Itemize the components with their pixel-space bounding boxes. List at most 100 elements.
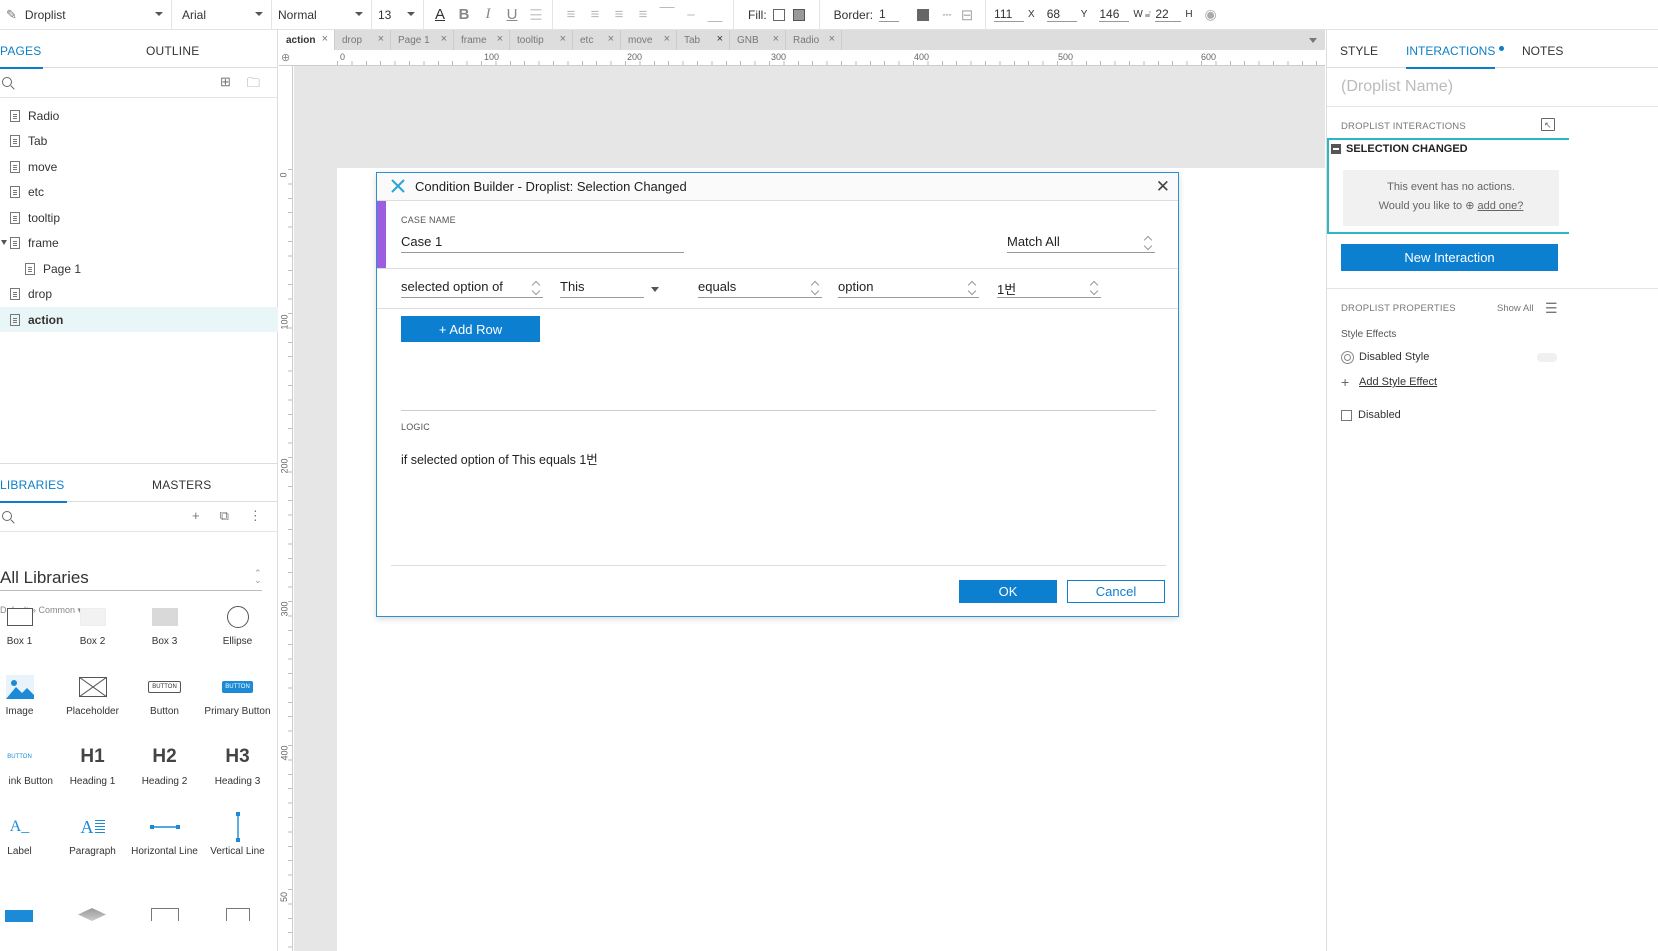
y-input[interactable]: 68 [1046, 7, 1077, 22]
eye-icon[interactable]: ◉ [1205, 6, 1217, 23]
disabled-style-label[interactable]: Disabled Style [1359, 351, 1429, 363]
align-center-icon[interactable]: ≡ [583, 3, 607, 27]
cancel-button[interactable]: Cancel [1067, 580, 1165, 603]
add-library-icon[interactable]: + [192, 508, 200, 524]
font-size-select[interactable]: 13 [372, 0, 424, 30]
bold-icon[interactable]: B [452, 3, 476, 27]
condition-operator-select[interactable]: equals [698, 276, 822, 298]
widget-type-select[interactable]: ✎ Droplist [0, 0, 172, 30]
ok-button[interactable]: OK [959, 580, 1057, 603]
canvas-tab-radio[interactable]: Radio × [786, 30, 842, 50]
page-item-tooltip[interactable]: tooltip [0, 205, 278, 230]
table-icon[interactable] [151, 908, 179, 921]
canvas-tab-page-1[interactable]: Page 1 × [391, 30, 454, 50]
valign-top-icon[interactable]: ⎺ [655, 3, 679, 27]
height-input[interactable]: 22 [1155, 7, 1182, 22]
tab-notes[interactable]: NOTES [1522, 44, 1563, 58]
updown-icon[interactable]: ⌃ ⌄ [254, 569, 262, 585]
disabled-checkbox[interactable] [1341, 410, 1352, 421]
canvas-tab-gnb[interactable]: GNB × [730, 30, 786, 50]
font-family-select[interactable]: Arial [172, 0, 272, 30]
show-all-link[interactable]: Show All [1497, 303, 1533, 314]
canvas-tab-frame[interactable]: frame × [454, 30, 510, 50]
lock-icon[interactable]: 🔓︎ [1145, 9, 1151, 20]
condition-target-select[interactable]: This [560, 276, 644, 298]
add-one-link[interactable]: add one? [1478, 200, 1524, 212]
canvas-tab-tab[interactable]: Tab × [677, 30, 730, 50]
page-item-frame[interactable]: frame [0, 230, 278, 255]
search-icon[interactable] [2, 77, 12, 87]
disabled-style-toggle[interactable] [1537, 353, 1557, 362]
underline-icon[interactable]: U [500, 3, 524, 27]
close-icon[interactable]: × [322, 33, 328, 45]
widget-paragraph[interactable]: A Paragraph [56, 808, 129, 878]
widget-label[interactable]: A_ Label [0, 808, 56, 878]
italic-icon[interactable]: I [476, 3, 500, 27]
canvas-tab-drop[interactable]: drop × [335, 30, 391, 50]
x-input[interactable]: 111 [994, 7, 1025, 22]
border-visibility-icon[interactable]: ⊟ [957, 3, 977, 27]
crosshair-icon[interactable]: ⊕ [281, 51, 290, 64]
close-icon[interactable]: × [497, 33, 503, 45]
close-icon[interactable]: × [773, 33, 779, 45]
fill-gradient-swatch[interactable] [792, 8, 805, 21]
valign-middle-icon[interactable]: ⎯ [679, 3, 703, 27]
tab-interactions[interactable]: INTERACTIONS [1406, 44, 1496, 69]
expand-window-icon[interactable]: ↖ [1541, 118, 1555, 131]
new-interaction-button[interactable]: New Interaction [1341, 244, 1558, 271]
font-style-select[interactable]: Normal [272, 0, 372, 30]
border-width-input[interactable]: 1 [879, 7, 900, 22]
width-input[interactable]: 146 [1099, 7, 1130, 22]
canvas-tab-etc[interactable]: etc × [573, 30, 621, 50]
add-folder-icon[interactable]: 🗀︎ [247, 74, 260, 96]
condition-left-select[interactable]: selected option of [401, 276, 543, 298]
widget-primary-button[interactable]: BUTTON Primary Button [201, 668, 274, 738]
valign-bottom-icon[interactable]: ⎽ [703, 3, 727, 27]
add-style-effect-link[interactable]: Add Style Effect [1359, 376, 1437, 388]
widget-button[interactable]: BUTTON Button [128, 668, 201, 738]
page-item-move[interactable]: move [0, 154, 278, 179]
close-icon[interactable]: × [664, 33, 670, 45]
widget-heading-2[interactable]: H2 Heading 2 [128, 738, 201, 808]
repeater-icon[interactable] [226, 908, 250, 921]
align-right-icon[interactable]: ≡ [607, 3, 631, 27]
chevron-down-icon[interactable] [651, 287, 659, 292]
widget-box-2[interactable]: Box 2 [56, 598, 129, 668]
tab-masters[interactable]: MASTERS [152, 478, 211, 492]
tab-overflow-icon[interactable] [1309, 38, 1317, 43]
match-select[interactable]: Match All [1007, 231, 1155, 253]
close-icon[interactable]: × [717, 33, 723, 45]
tab-libraries[interactable]: LIBRARIES [0, 478, 66, 503]
search-icon[interactable] [2, 511, 12, 521]
close-icon[interactable]: × [608, 33, 614, 45]
library-copy-icon[interactable]: ⧉ [220, 508, 229, 524]
fill-color-swatch[interactable] [772, 8, 785, 21]
menu-icon[interactable]: ☰ [1545, 300, 1558, 317]
widget-image[interactable]: Image [0, 668, 56, 738]
canvas-tab-tooltip[interactable]: tooltip × [510, 30, 573, 50]
dynamic-panel-icon[interactable] [78, 908, 106, 921]
border-style-icon[interactable]: ┄ [937, 3, 957, 27]
tab-outline[interactable]: OUTLINE [146, 44, 199, 58]
widget-box-3[interactable]: Box 3 [128, 598, 201, 668]
add-row-button[interactable]: + Add Row [401, 316, 540, 342]
widget-link-button[interactable]: BUTTON ink Button [0, 738, 56, 808]
canvas-tab-action[interactable]: action × [279, 30, 335, 50]
collapse-icon[interactable] [1331, 144, 1341, 154]
expand-caret-icon[interactable] [1, 240, 7, 245]
close-icon[interactable]: × [560, 33, 566, 45]
widget-ellipse[interactable]: Ellipse [201, 598, 274, 668]
page-item-radio[interactable]: Radio [0, 103, 278, 128]
widget-horizontal-line[interactable]: Horizontal Line [128, 808, 201, 878]
align-left-icon[interactable]: ≡ [559, 3, 583, 27]
add-page-icon[interactable]: ⊞ [220, 74, 231, 96]
page-item-page-1[interactable]: Page 1 [0, 256, 278, 281]
close-icon[interactable]: × [441, 33, 447, 45]
hotspot-icon[interactable] [5, 910, 33, 922]
more-options-icon[interactable]: ⋮ [249, 508, 262, 524]
page-item-etc[interactable]: etc [0, 179, 278, 204]
close-icon[interactable]: ✕ [1156, 177, 1170, 197]
tab-style[interactable]: STYLE [1340, 44, 1378, 58]
widget-heading-1[interactable]: H1 Heading 1 [56, 738, 129, 808]
bullet-list-icon[interactable]: ☰ [524, 3, 548, 27]
